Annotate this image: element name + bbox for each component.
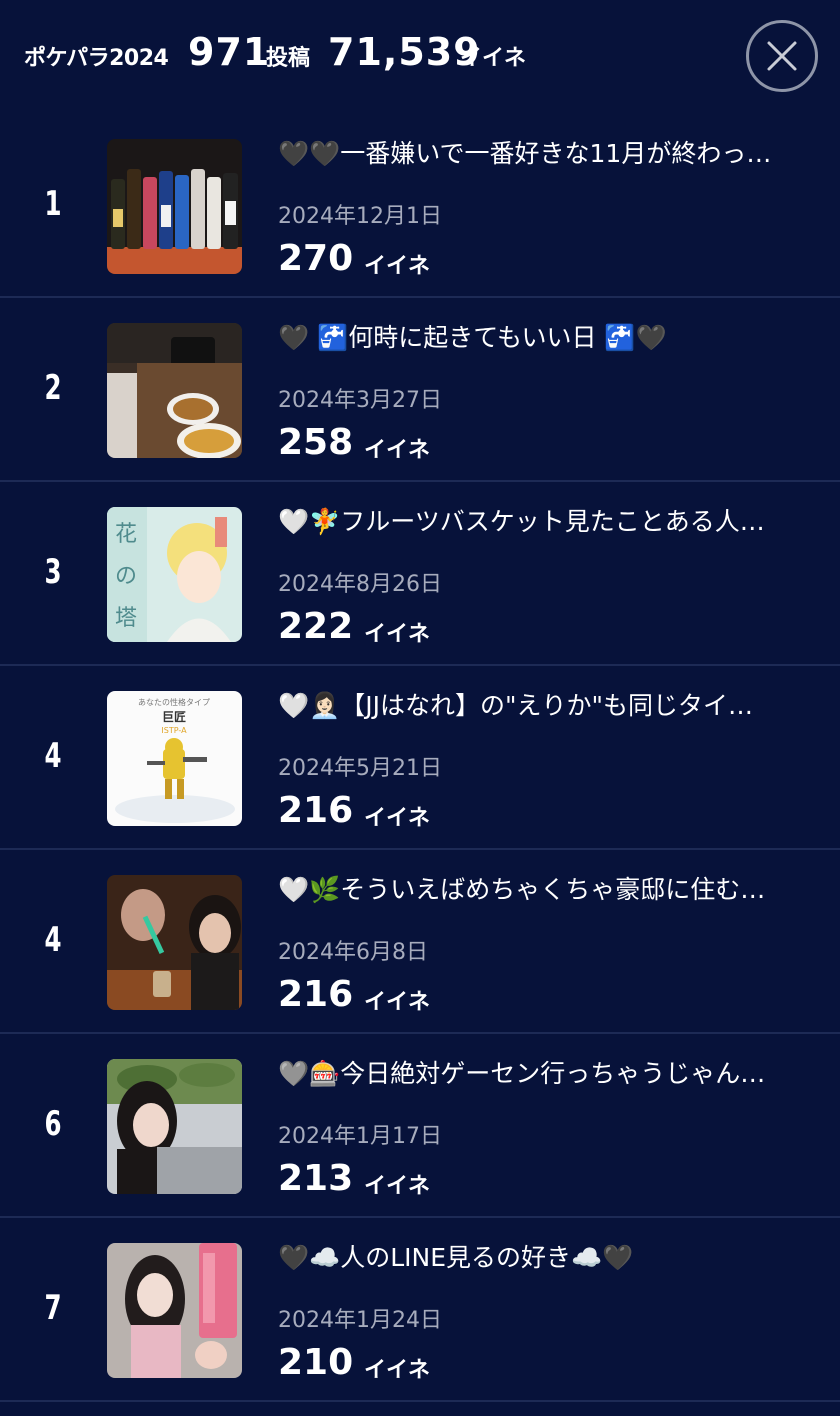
rank-number: 1 (44, 184, 62, 224)
ranking-row[interactable]: 2 🖤 🚰何時に起きてもいい日 🚰🖤 2024年3月27日 258 イイネ (0, 298, 840, 482)
rank-number: 4 (44, 920, 62, 960)
post-like-label: イイネ (364, 254, 431, 279)
post-like-count: 270 (278, 238, 354, 279)
post-like-label: イイネ (364, 806, 431, 831)
close-icon (767, 41, 797, 71)
rank-number: 2 (44, 368, 62, 408)
post-like-count: 216 (278, 974, 354, 1015)
post-like-label: イイネ (364, 438, 431, 463)
post-like-count: 258 (278, 422, 354, 463)
selfie-plants-thumbnail (107, 1059, 242, 1194)
post-date: 2024年12月1日 (278, 204, 442, 229)
post-title[interactable]: 🤍🧚フルーツバスケット見たことある人… (278, 504, 814, 540)
post-thumbnail[interactable]: あなたの性格タイプ 巨匠 ISTP-A (107, 691, 242, 826)
bottles-thumbnail (107, 139, 242, 274)
post-thumbnail[interactable] (107, 1059, 242, 1194)
posts-label: 投稿 (266, 46, 311, 71)
post-title[interactable]: 🖤🖤一番嫌いで一番好きな11月が終わっ… (278, 136, 814, 172)
ranking-row[interactable]: 1 🖤🖤一番嫌いで一番好きな11月が終わっ… 2024年12月1日 270 イイ… (0, 114, 840, 298)
svg-text:の: の (115, 564, 137, 589)
post-title[interactable]: 🤍🌿そういえばめちゃくちゃ豪邸に住む… (278, 872, 814, 908)
post-like-count: 222 (278, 606, 354, 647)
post-like-label: イイネ (364, 1174, 431, 1199)
post-date: 2024年3月27日 (278, 388, 442, 413)
event-title: ポケパラ2024 (24, 46, 169, 71)
rank-number: 4 (44, 736, 62, 776)
ranking-row[interactable]: 7 🖤☁️人のLINE見るの好き☁️🖤 2024年1月24日 210 イイネ (0, 1218, 840, 1402)
posts-count: 971 (188, 30, 271, 74)
likes-label: イイネ (460, 46, 527, 71)
post-title[interactable]: 🖤 🚰何時に起きてもいい日 🚰🖤 (278, 320, 814, 356)
post-like-label: イイネ (364, 1358, 431, 1383)
ranking-list: 1 🖤🖤一番嫌いで一番好きな11月が終わっ… 2024年12月1日 270 イイ… (0, 114, 840, 1402)
likes-count: 71,539 (328, 30, 481, 74)
post-like-label: イイネ (364, 990, 431, 1015)
post-like-count: 216 (278, 790, 354, 831)
card-type-code: ISTP-A (161, 726, 187, 735)
ranking-page: ポケパラ2024 971 投稿 71,539 イイネ 1 🖤🖤一番嫌いで一番好き… (0, 0, 840, 1416)
rank-number: 3 (44, 552, 62, 592)
ramen-thumbnail (107, 323, 242, 458)
post-date: 2024年6月8日 (278, 940, 428, 965)
close-button[interactable] (746, 20, 818, 92)
post-title[interactable]: 🩶🎰今日絶対ゲーセン行っちゃうじゃん… (278, 1056, 814, 1092)
ranking-row[interactable]: 6 🩶🎰今日絶対ゲーセン行っちゃうじゃん… 2024年1月17日 213 イイネ (0, 1034, 840, 1218)
ranking-row[interactable]: 4 あなたの性格タイプ 巨匠 ISTP-A 🤍👩🏻‍💼【JJはなれ】の"えりか" (0, 666, 840, 850)
selfie-drink-thumbnail (107, 1243, 242, 1378)
post-title[interactable]: 🖤☁️人のLINE見るの好き☁️🖤 (278, 1240, 814, 1276)
post-date: 2024年8月26日 (278, 572, 442, 597)
cover-text: 花 (115, 522, 137, 547)
rank-number: 6 (44, 1104, 62, 1144)
anime-cover-thumbnail: 花 の 塔 (107, 507, 242, 642)
post-thumbnail[interactable] (107, 1243, 242, 1378)
rank-number: 7 (44, 1288, 62, 1328)
post-title[interactable]: 🤍👩🏻‍💼【JJはなれ】の"えりか"も同じタイ… (278, 688, 814, 724)
header: ポケパラ2024 971 投稿 71,539 イイネ (0, 0, 840, 114)
card-heading: あなたの性格タイプ (138, 697, 210, 707)
post-date: 2024年5月21日 (278, 756, 442, 781)
post-thumbnail[interactable] (107, 139, 242, 274)
post-like-count: 210 (278, 1342, 354, 1383)
post-thumbnail[interactable]: 花 の 塔 (107, 507, 242, 642)
personality-card-thumbnail: あなたの性格タイプ 巨匠 ISTP-A (107, 691, 242, 826)
selfie-bar-thumbnail (107, 875, 242, 1010)
post-like-label: イイネ (364, 622, 431, 647)
ranking-row[interactable]: 4 🤍🌿そういえばめちゃくちゃ豪邸に住む… 2024年6月8日 216 イイネ (0, 850, 840, 1034)
svg-text:塔: 塔 (115, 606, 137, 631)
post-like-count: 213 (278, 1158, 354, 1199)
post-date: 2024年1月17日 (278, 1124, 442, 1149)
post-date: 2024年1月24日 (278, 1308, 442, 1333)
post-thumbnail[interactable] (107, 323, 242, 458)
post-thumbnail[interactable] (107, 875, 242, 1010)
ranking-row[interactable]: 3 花 の 塔 🤍🧚フルーツバスケット見たことある人… 2024年8月26日 2… (0, 482, 840, 666)
card-type-name: 巨匠 (162, 710, 186, 724)
